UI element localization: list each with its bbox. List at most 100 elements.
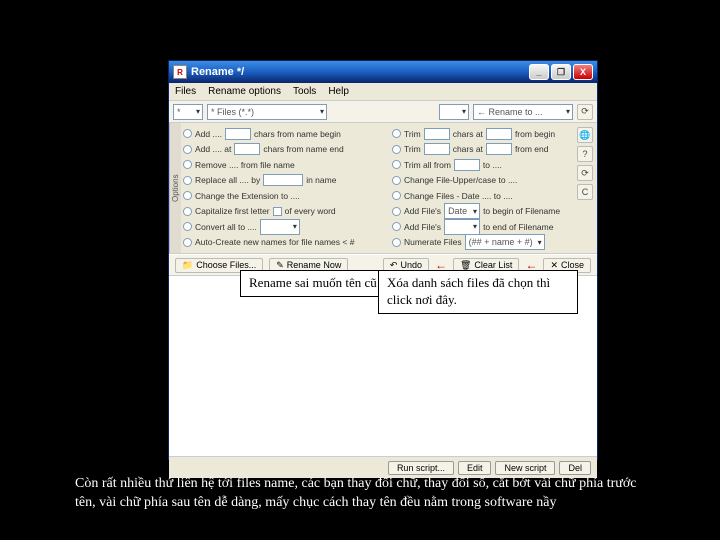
opt-label: Trim all from (404, 160, 451, 170)
app-icon: R (173, 65, 187, 79)
add-at-input[interactable] (234, 143, 260, 155)
window-controls: _ ❐ X (529, 64, 593, 80)
rename-now-label: Rename Now (287, 260, 342, 270)
opt-label: Numerate Files (404, 237, 462, 247)
opt-label: Auto-Create new names for file names < # (195, 237, 354, 247)
run-script-button[interactable]: Run script... (388, 461, 454, 475)
trim-pos2[interactable] (486, 143, 512, 155)
every-word-check[interactable] (273, 207, 282, 216)
help-icon[interactable]: ? (577, 146, 593, 162)
add-count-input[interactable] (225, 128, 251, 140)
folder-icon: 📁 (182, 260, 193, 271)
rename-to-combo[interactable]: ← Rename to ... (473, 104, 573, 120)
menubar: Files Rename options Tools Help (169, 83, 597, 101)
options-left-column: Add .... chars from name begin Add .... a… (183, 127, 386, 249)
opt-label: Add File's (404, 222, 441, 232)
opt-label: Change the Extension to .... (195, 191, 300, 201)
opt-label: Convert all to .... (195, 222, 257, 232)
new-script-button[interactable]: New script (495, 461, 555, 475)
menu-tools[interactable]: Tools (293, 86, 316, 97)
clear-label: Clear List (474, 260, 512, 270)
choose-files-label: Choose Files... (196, 260, 256, 270)
menu-rename-options[interactable]: Rename options (208, 86, 281, 97)
radio-ext[interactable] (183, 191, 192, 200)
addfile-combo1[interactable]: Date (444, 203, 480, 219)
opt-sub: chars at (453, 129, 483, 139)
options-right-column: Trim chars at from begin Trim chars at from … (392, 127, 595, 249)
opt-sub: in name (306, 175, 336, 185)
opt-sub: from end (515, 144, 549, 154)
radio-convert[interactable] (183, 222, 192, 231)
opt-label: Capitalize first letter (195, 206, 270, 216)
radio-trim2[interactable] (392, 145, 401, 154)
c-button[interactable]: C (577, 184, 593, 200)
del-script-button[interactable]: Del (559, 461, 591, 475)
undo-label: Undo (400, 260, 422, 270)
titlebar: R Rename */ _ ❐ X (169, 61, 597, 83)
radio-capitalize[interactable] (183, 207, 192, 216)
undo-icon: ↶ (390, 260, 398, 271)
close-button[interactable]: X (573, 64, 593, 80)
filter-row: * * Files (*.*) ← Rename to ... ⟳ (169, 101, 597, 123)
menu-help[interactable]: Help (328, 86, 349, 97)
opt-sub: chars at (453, 144, 483, 154)
radio-remove[interactable] (183, 160, 192, 169)
opt-label: Change Files - Date .... to .... (404, 191, 513, 201)
app-window: R Rename */ _ ❐ X Files Rename options T… (168, 60, 598, 460)
file-filter-combo[interactable]: * Files (*.*) (207, 104, 327, 120)
opt-label: Add .... at (195, 144, 231, 154)
numerate-combo[interactable]: (## + name + #) (465, 234, 545, 250)
radio-addfile1[interactable] (392, 207, 401, 216)
minimize-button[interactable]: _ (529, 64, 549, 80)
trim-input2[interactable] (424, 143, 450, 155)
rename-icon: ✎ (276, 260, 284, 271)
addfile-combo2[interactable] (444, 219, 480, 235)
slide-caption: Còn rất nhiều thứ liên hệ tới files name… (75, 475, 655, 513)
opt-sub: to begin of Filename (483, 206, 560, 216)
trim-from-input[interactable] (454, 159, 480, 171)
radio-numerate[interactable] (392, 238, 401, 247)
options-tab-label: Options (169, 123, 181, 253)
opt-sub: chars from name begin (254, 129, 341, 139)
radio-case[interactable] (392, 176, 401, 185)
radio-addfile2[interactable] (392, 222, 401, 231)
opt-label: Add .... (195, 129, 222, 139)
radio-trim-all[interactable] (392, 160, 401, 169)
reload-icon[interactable]: ⟳ (577, 165, 593, 181)
opt-sub: to end of Filename (483, 222, 553, 232)
opt-sub: chars from name end (263, 144, 343, 154)
radio-trim1[interactable] (392, 129, 401, 138)
opt-sub: to .... (483, 160, 502, 170)
opt-label: Trim (404, 129, 421, 139)
filter-type-combo[interactable]: * (173, 104, 203, 120)
menu-files[interactable]: Files (175, 86, 196, 97)
radio-replace[interactable] (183, 176, 192, 185)
close-action-label: Close (561, 260, 584, 270)
opt-label: Remove .... from file name (195, 160, 295, 170)
opt-sub: of every word (285, 206, 336, 216)
opt-label: Trim (404, 144, 421, 154)
radio-add[interactable] (183, 129, 192, 138)
edit-script-button[interactable]: Edit (458, 461, 492, 475)
opt-label: Replace all .... by (195, 175, 260, 185)
window-title: Rename */ (191, 66, 529, 78)
rename-type-combo[interactable] (439, 104, 469, 120)
side-toolbar: 🌐 ? ⟳ C (577, 127, 595, 200)
radio-add-at[interactable] (183, 145, 192, 154)
opt-sub: from begin (515, 129, 555, 139)
trim-pos1[interactable] (486, 128, 512, 140)
close-x-icon: ✕ (550, 260, 558, 271)
convert-combo[interactable] (260, 219, 300, 235)
options-panel: Options Add .... chars from name begin Ad… (169, 123, 597, 254)
trim-input1[interactable] (424, 128, 450, 140)
replace-input[interactable] (263, 174, 303, 186)
opt-label: Add File's (404, 206, 441, 216)
web-icon[interactable]: 🌐 (577, 127, 593, 143)
clear-icon: 🗑 (460, 260, 471, 271)
callout-clear: Xóa danh sách files đã chọn thì click nơ… (378, 270, 578, 314)
opt-label: Change File-Upper/case to .... (404, 175, 517, 185)
maximize-button[interactable]: ❐ (551, 64, 571, 80)
radio-date[interactable] (392, 191, 401, 200)
radio-autocreate[interactable] (183, 238, 192, 247)
refresh-icon[interactable]: ⟳ (577, 104, 593, 120)
